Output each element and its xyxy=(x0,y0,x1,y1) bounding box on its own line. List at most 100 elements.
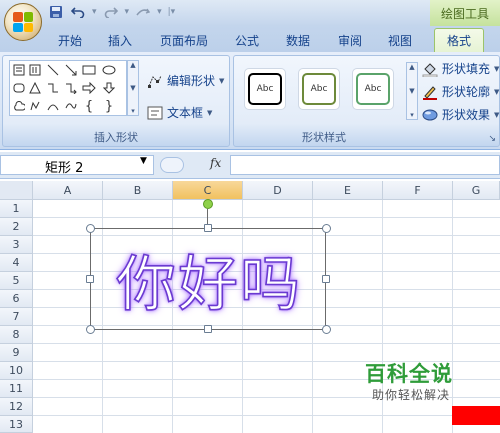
save-icon[interactable] xyxy=(48,4,64,20)
customize-qat-icon[interactable]: |▾ xyxy=(168,7,176,17)
resize-handle-left[interactable] xyxy=(86,275,94,283)
text-box-button[interactable]: 文本框 ▼ xyxy=(147,104,212,121)
gridline xyxy=(33,217,500,218)
formula-cancel-enter[interactable] xyxy=(160,157,184,173)
watermark-subtitle: 助你轻松解决 xyxy=(372,388,451,402)
tab-home[interactable]: 开始 xyxy=(58,32,82,49)
shape-fill-button[interactable]: 形状填充 ▼ xyxy=(422,60,499,77)
name-box-dropdown-icon[interactable]: ▼ xyxy=(140,156,147,166)
tab-view[interactable]: 视图 xyxy=(388,32,412,49)
shape-styles-group: Abc Abc Abc ▲ ▼ ▾ 形状填充 ▼ 形状轮廓 ▼ 形状效果 ▼ 形… xyxy=(233,55,500,147)
column-header[interactable]: F xyxy=(383,181,453,200)
edit-shape-button[interactable]: 编辑形状 ▼ xyxy=(147,72,224,89)
freeform-shape-icon[interactable] xyxy=(28,99,42,113)
select-all-corner[interactable] xyxy=(0,181,33,200)
tab-data[interactable]: 数据 xyxy=(286,32,310,49)
row-header[interactable]: 3 xyxy=(0,236,33,254)
chevron-down-icon: ▼ xyxy=(494,64,500,73)
textbox-shape-icon[interactable] xyxy=(12,63,26,77)
line-shape-icon[interactable] xyxy=(46,63,60,77)
shape-effects-button[interactable]: 形状效果 ▼ xyxy=(422,106,499,123)
column-header[interactable]: G xyxy=(453,181,500,200)
tab-review[interactable]: 审阅 xyxy=(338,32,362,49)
gallery-more-icon[interactable]: ▾ xyxy=(410,111,414,119)
oval-shape-icon[interactable] xyxy=(102,63,116,77)
redo-icon[interactable] xyxy=(103,4,119,20)
rectangle-shape-icon[interactable] xyxy=(82,63,96,77)
row-header[interactable]: 1 xyxy=(0,200,33,218)
vertical-textbox-shape-icon[interactable] xyxy=(28,63,42,77)
column-header[interactable]: D xyxy=(243,181,313,200)
drawing-tools-context-title: 绘图工具 xyxy=(430,0,500,26)
row-header[interactable]: 13 xyxy=(0,416,33,433)
chevron-down-icon: ▼ xyxy=(494,87,500,96)
resize-handle-bottom-right[interactable] xyxy=(322,325,331,334)
row-header[interactable]: 4 xyxy=(0,254,33,272)
row-header[interactable]: 10 xyxy=(0,362,33,380)
down-arrow-shape-icon[interactable] xyxy=(102,81,116,95)
row-header[interactable]: 5 xyxy=(0,272,33,290)
repeat-dropdown-icon[interactable]: ▾ xyxy=(157,7,162,17)
column-header-selected[interactable]: C xyxy=(173,181,243,200)
tab-page-layout[interactable]: 页面布局 xyxy=(160,32,208,49)
resize-handle-top-right[interactable] xyxy=(322,224,331,233)
triangle-shape-icon[interactable] xyxy=(28,81,42,95)
tab-formulas[interactable]: 公式 xyxy=(235,32,259,49)
text-box-label: 文本框 xyxy=(167,106,204,120)
pencil-outline-icon xyxy=(422,84,438,100)
shapes-gallery-scroll[interactable]: ▲ ▼ ▾ xyxy=(127,60,139,116)
column-header[interactable]: E xyxy=(313,181,383,200)
shape-style-black[interactable]: Abc xyxy=(244,68,286,110)
watermark-title: 百科全说 xyxy=(365,362,453,386)
scroll-down-icon[interactable]: ▼ xyxy=(409,87,414,95)
elbow-connector-shape-icon[interactable] xyxy=(46,81,60,95)
office-button[interactable] xyxy=(4,3,42,41)
row-header[interactable]: 8 xyxy=(0,326,33,344)
row-header[interactable]: 9 xyxy=(0,344,33,362)
repeat-icon[interactable] xyxy=(135,4,151,20)
formula-input[interactable] xyxy=(230,155,500,175)
rotation-handle[interactable] xyxy=(203,199,213,209)
row-header[interactable]: 12 xyxy=(0,398,33,416)
tab-insert[interactable]: 插入 xyxy=(108,32,132,49)
resize-handle-bottom-left[interactable] xyxy=(86,325,95,334)
cloud-shape-icon[interactable] xyxy=(12,99,26,113)
right-arrow-shape-icon[interactable] xyxy=(82,81,96,95)
tab-format[interactable]: 格式 xyxy=(434,28,485,52)
dialog-launcher-icon[interactable]: ↘ xyxy=(488,134,496,144)
shapes-gallery[interactable]: { } xyxy=(9,60,127,116)
shape-outline-button[interactable]: 形状轮廓 ▼ xyxy=(422,83,499,100)
rounded-rect-shape-icon[interactable] xyxy=(12,81,26,95)
row-header[interactable]: 2 xyxy=(0,218,33,236)
insert-function-button[interactable]: fx xyxy=(210,156,221,170)
shape-text[interactable]: 你好吗 xyxy=(98,236,320,322)
row-header[interactable]: 6 xyxy=(0,290,33,308)
column-header[interactable]: A xyxy=(33,181,103,200)
row-header[interactable]: 7 xyxy=(0,308,33,326)
right-brace-shape-icon[interactable]: } xyxy=(102,99,116,114)
elbow-arrow-shape-icon[interactable] xyxy=(64,81,78,95)
shape-style-green[interactable]: Abc xyxy=(352,68,394,110)
row-header[interactable]: 11 xyxy=(0,380,33,398)
resize-handle-bottom[interactable] xyxy=(204,325,212,333)
gallery-more-icon[interactable]: ▾ xyxy=(131,107,135,115)
paint-bucket-icon xyxy=(422,61,438,77)
undo-dropdown-icon[interactable]: ▾ xyxy=(92,7,97,17)
curve-shape-icon[interactable] xyxy=(64,99,78,113)
shape-style-olive[interactable]: Abc xyxy=(298,68,340,110)
scroll-up-icon[interactable]: ▲ xyxy=(409,63,414,71)
column-header[interactable]: B xyxy=(103,181,173,200)
left-brace-shape-icon[interactable]: { xyxy=(82,99,96,114)
resize-handle-top[interactable] xyxy=(204,224,212,232)
redo-dropdown-icon[interactable]: ▾ xyxy=(125,7,130,17)
name-box[interactable]: 矩形 2 xyxy=(0,155,154,176)
shape-styles-gallery-scroll[interactable]: ▲ ▼ ▾ xyxy=(406,62,418,120)
resize-handle-top-left[interactable] xyxy=(86,224,95,233)
undo-icon[interactable] xyxy=(70,4,86,20)
scroll-down-icon[interactable]: ▼ xyxy=(130,84,135,92)
arrow-line-shape-icon[interactable] xyxy=(64,63,78,77)
arc-shape-icon[interactable] xyxy=(46,99,60,113)
resize-handle-right[interactable] xyxy=(322,275,330,283)
scroll-up-icon[interactable]: ▲ xyxy=(130,61,135,69)
shape-styles-group-label: 形状样式 xyxy=(302,131,346,144)
